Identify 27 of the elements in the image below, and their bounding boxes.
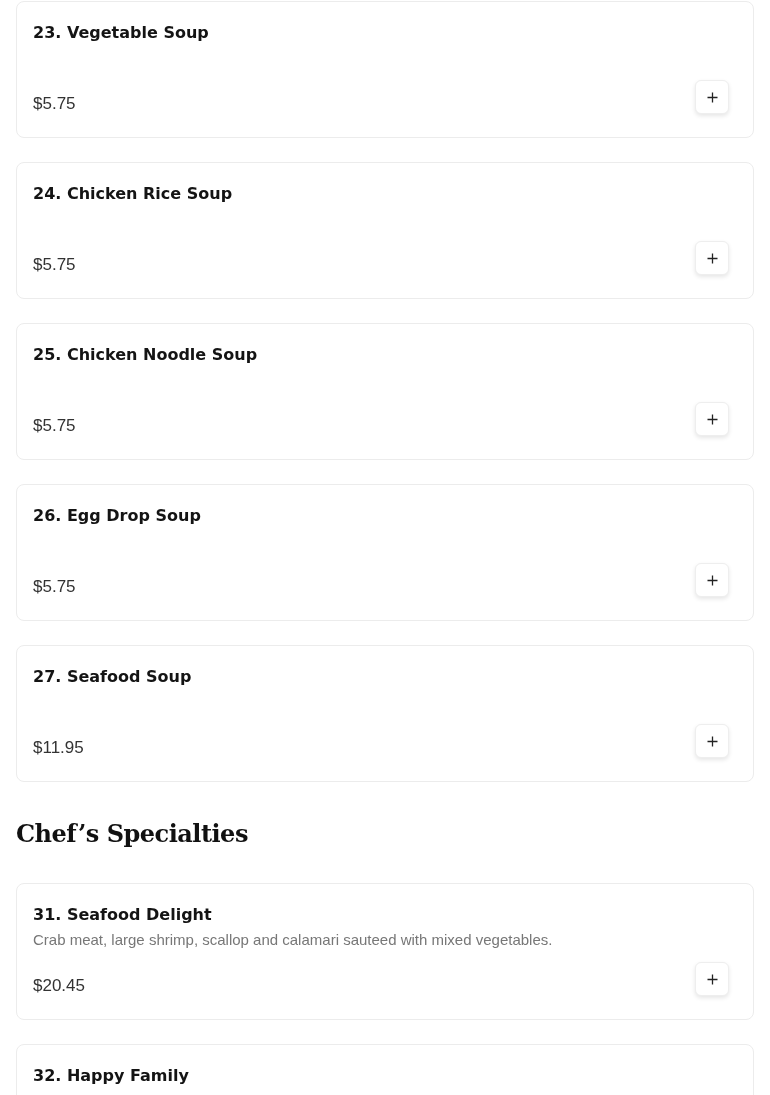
plus-icon [706, 574, 718, 586]
add-button[interactable] [695, 724, 729, 758]
item-price: $5.75 [33, 94, 76, 114]
plus-icon [706, 252, 718, 264]
plus-icon [706, 413, 718, 425]
item-name: 31. Seafood Delight [33, 904, 213, 926]
item-name: 26. Egg Drop Soup [33, 505, 202, 527]
item-name: 23. Vegetable Soup [33, 22, 210, 44]
add-button[interactable] [695, 241, 729, 275]
item-name: 32. Happy Family [33, 1065, 190, 1087]
item-price: $5.75 [33, 577, 76, 597]
plus-icon [706, 91, 718, 103]
add-button[interactable] [695, 402, 729, 436]
item-name: 27. Seafood Soup [33, 666, 193, 688]
plus-icon [706, 735, 718, 747]
section-heading: Chef’s Specialties [16, 819, 249, 849]
item-name: 24. Chicken Rice Soup [33, 183, 234, 205]
plus-icon [706, 973, 718, 985]
item-price: $11.95 [33, 738, 84, 758]
add-button[interactable] [695, 563, 729, 597]
add-button[interactable] [695, 80, 729, 114]
item-price: $5.75 [33, 255, 76, 275]
item-name: 25. Chicken Noodle Soup [33, 344, 259, 366]
add-button[interactable] [695, 962, 729, 996]
item-price: $5.75 [33, 416, 76, 436]
item-price: $20.45 [33, 976, 85, 996]
item-description: Crab meat, large shrimp, scallop and calamari sauteed with mixed vegetables. [33, 930, 554, 950]
